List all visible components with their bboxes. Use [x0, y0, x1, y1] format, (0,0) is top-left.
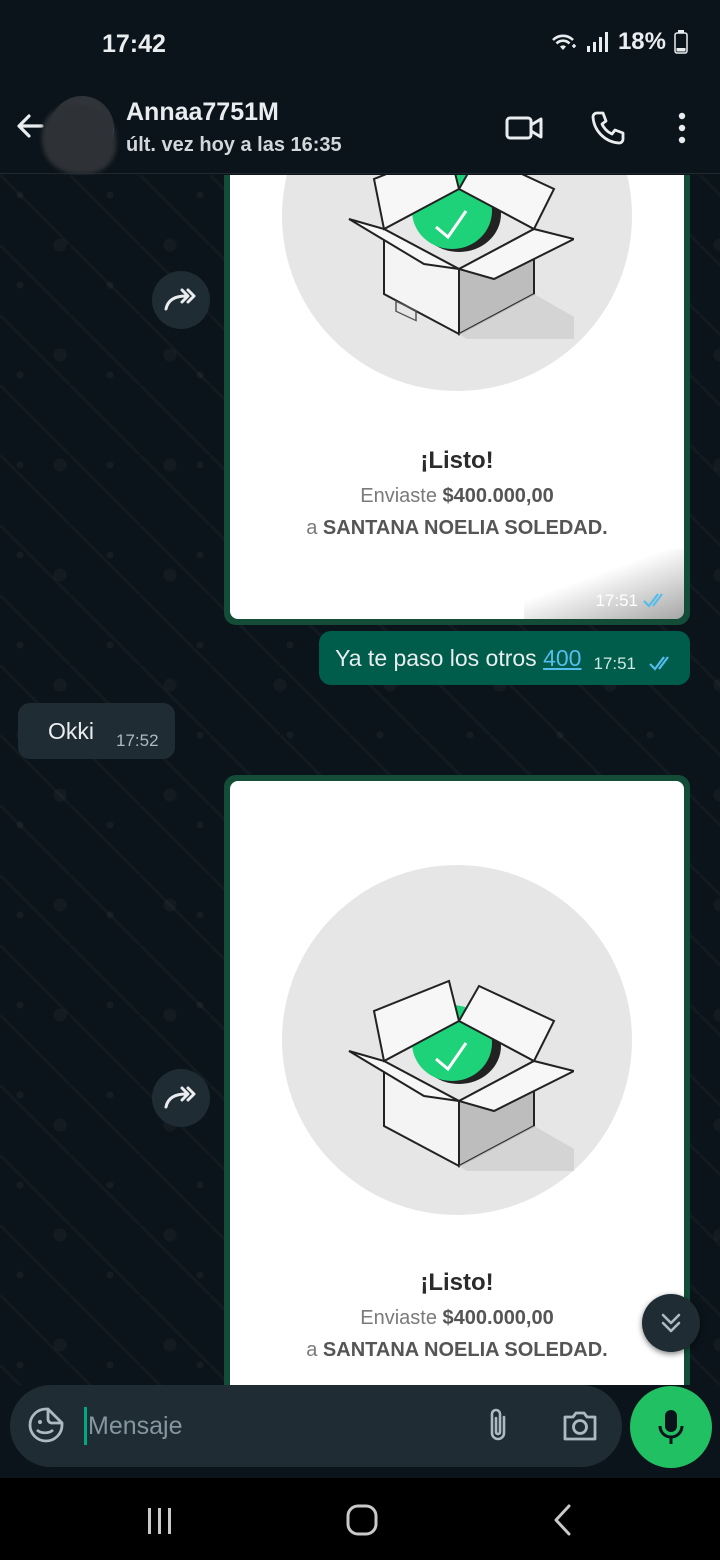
recipient-prefix: a: [306, 517, 323, 539]
message-time: 17:52: [116, 731, 159, 750]
incoming-text-message[interactable]: Okki 17:52: [18, 703, 175, 759]
recent-apps-icon[interactable]: [140, 1500, 180, 1540]
receipt-title: ¡Listo!: [420, 1269, 494, 1296]
receipt-recipient-line: a SANTANA NOELIA SOLEDAD.: [230, 517, 684, 540]
message-text: Okki: [48, 717, 94, 744]
chat-header: Annaa7751M últ. vez hoy a las 16:35: [0, 90, 720, 174]
recipient-prefix: a: [306, 1339, 323, 1361]
voice-message-button[interactable]: [630, 1386, 712, 1468]
double-chevron-down-icon: [661, 1313, 681, 1333]
video-call-icon[interactable]: [504, 108, 544, 148]
contact-name[interactable]: Annaa7751M: [126, 98, 279, 127]
transfer-amount: $400.000,00: [442, 1307, 554, 1329]
receipt-title: ¡Listo!: [420, 447, 494, 474]
phone-icon[interactable]: [588, 108, 628, 148]
back-nav-icon[interactable]: [544, 1500, 584, 1540]
more-options-icon[interactable]: [662, 108, 702, 148]
open-box-icon: [348, 175, 574, 339]
transfer-amount: $400.000,00: [442, 485, 554, 507]
message-time: 17:51: [595, 591, 638, 610]
scroll-to-bottom-button[interactable]: [642, 1294, 700, 1352]
chat-area[interactable]: ¡Listo! Enviaste $400.000,00 a SANTANA N…: [0, 175, 720, 1385]
open-box-icon: [348, 979, 574, 1171]
wifi-icon: [552, 34, 576, 50]
read-receipt-icon: [649, 656, 669, 671]
home-icon[interactable]: [342, 1500, 382, 1540]
message-composer: [10, 1385, 622, 1467]
transfer-recipient: SANTANA NOELIA SOLEDAD.: [322, 1339, 608, 1361]
system-navigation-bar: [0, 1478, 720, 1560]
camera-icon[interactable]: [560, 1405, 600, 1445]
forward-button[interactable]: [152, 1069, 210, 1127]
battery-icon: [674, 30, 688, 54]
phone-number-link[interactable]: 400: [543, 645, 581, 671]
message-text: Ya te paso los otros 400: [335, 645, 581, 672]
status-bar: 17:42 18%: [0, 0, 720, 90]
transfer-receipt-image[interactable]: ¡Listo! Enviaste $400.000,00 a SANTANA N…: [230, 781, 684, 1385]
last-seen-status[interactable]: últ. vez hoy a las 16:35: [126, 134, 342, 157]
receipt-amount-line: Enviaste $400.000,00: [230, 1307, 684, 1330]
message-time: 17:51: [593, 654, 636, 673]
outgoing-text-message[interactable]: Ya te paso los otros 400 17:51: [319, 631, 690, 685]
signal-icon: [586, 32, 608, 52]
transfer-image-message[interactable]: ¡Listo! Enviaste $400.000,00 a SANTANA N…: [224, 175, 690, 625]
status-icons: 18%: [548, 28, 688, 56]
transfer-image-message[interactable]: ¡Listo! Enviaste $400.000,00 a SANTANA N…: [224, 775, 690, 1385]
message-body: Ya te paso los otros: [335, 644, 544, 671]
forward-button[interactable]: [152, 271, 210, 329]
attach-icon[interactable]: [480, 1405, 516, 1445]
microphone-icon: [658, 1410, 684, 1444]
transfer-recipient: SANTANA NOELIA SOLEDAD.: [322, 517, 608, 539]
forward-icon: [164, 1086, 196, 1109]
transfer-receipt-image[interactable]: ¡Listo! Enviaste $400.000,00 a SANTANA N…: [230, 175, 684, 619]
read-receipt-icon: [643, 593, 663, 608]
message-input[interactable]: [86, 1405, 466, 1447]
battery-level: 18%: [617, 28, 666, 55]
receipt-amount-line: Enviaste $400.000,00: [230, 485, 684, 508]
receipt-recipient-line: a SANTANA NOELIA SOLEDAD.: [230, 1339, 684, 1362]
sent-prefix: Enviaste: [360, 1307, 443, 1329]
sent-prefix: Enviaste: [360, 485, 443, 507]
sticker-icon[interactable]: [26, 1405, 66, 1445]
forward-icon: [164, 288, 196, 311]
status-time: 17:42: [102, 30, 166, 58]
avatar[interactable]: [50, 96, 114, 160]
